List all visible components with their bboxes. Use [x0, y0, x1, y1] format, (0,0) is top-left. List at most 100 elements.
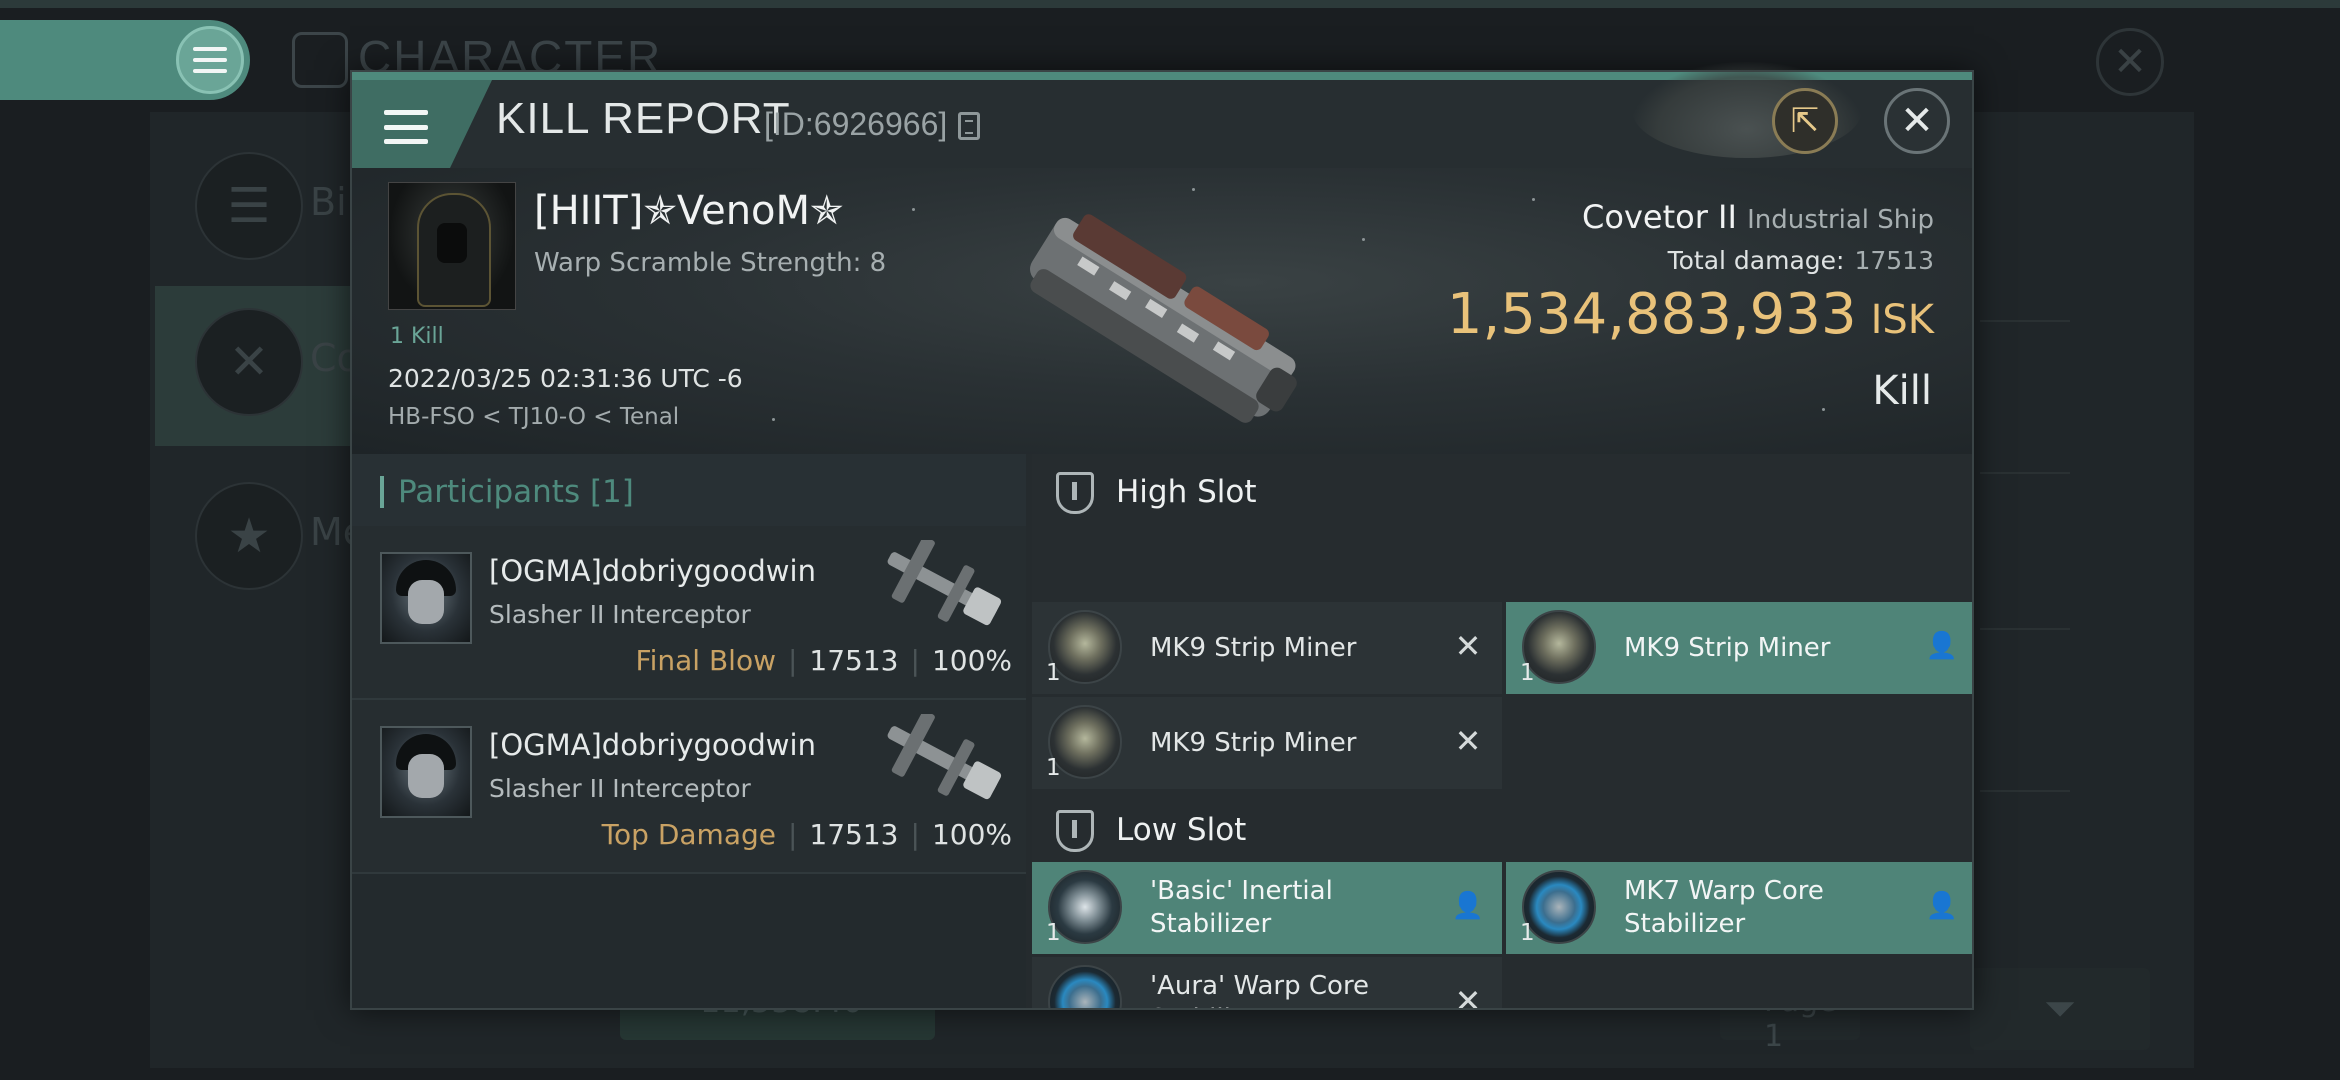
- module-slot[interactable]: 1 MK7 Warp Core Stabilizer 👤: [1506, 862, 1972, 954]
- star-dot: [1362, 238, 1365, 241]
- module-name: 'Basic' Inertial Stabilizer: [1150, 876, 1333, 939]
- participant-avatar[interactable]: [380, 726, 472, 818]
- victim-kill-count: 1 Kill: [390, 324, 444, 349]
- kill-location[interactable]: HB-FSO < TJ10-O < Tenal: [388, 404, 679, 430]
- module-slot[interactable]: 1 MK9 Strip Miner ✕: [1032, 602, 1502, 694]
- divider: [1980, 790, 2070, 792]
- isk-value: 1,534,883,933 ISK: [1447, 282, 1934, 347]
- background-close-icon[interactable]: ✕: [2096, 28, 2164, 96]
- participant-ship: Slasher II Interceptor: [489, 774, 751, 803]
- module-name: MK9 Strip Miner: [1150, 632, 1357, 663]
- top-border: [0, 0, 2340, 8]
- character-icon: [292, 32, 348, 88]
- participants-title: Participants [1]: [398, 474, 634, 510]
- module-name: MK9 Strip Miner: [1624, 632, 1831, 663]
- close-icon: ✕: [1900, 98, 1934, 144]
- module-name: MK9 Strip Miner: [1150, 727, 1357, 758]
- participant-avatar[interactable]: [380, 552, 472, 644]
- modal-menu-button[interactable]: [352, 80, 492, 168]
- destroyed-icon: ✕: [1454, 982, 1482, 1008]
- module-quantity: 1: [1520, 920, 1535, 946]
- star-dot: [912, 208, 915, 211]
- warp-scramble-strength: Warp Scramble Strength: 8: [534, 248, 887, 278]
- low-slot-icon: [1056, 810, 1094, 852]
- dropped-person-icon: 👤: [1925, 631, 1959, 661]
- kill-summary: [HIIT]✯VenoM✯ Warp Scramble Strength: 8 …: [352, 168, 1972, 454]
- participants-panel: Participants [1] [OGMA]dobriygoodwin Sla…: [352, 454, 1026, 1008]
- module-slot[interactable]: 1 'Aura' Warp Core Stabilizer ✕: [1032, 957, 1502, 1008]
- destroyed-icon: ✕: [1454, 722, 1482, 760]
- star-badge-icon: ★: [195, 482, 303, 590]
- avatar-face: [408, 754, 444, 798]
- victim-ship-image[interactable]: [982, 188, 1342, 448]
- high-slot-header: High Slot: [1032, 454, 1972, 530]
- low-slot-label: Low Slot: [1116, 812, 1247, 848]
- portrait-face: [437, 223, 467, 263]
- stat-separator: |: [910, 644, 920, 677]
- high-slot-icon: [1056, 472, 1094, 514]
- module-slot[interactable]: 1 'Basic' Inertial Stabilizer 👤: [1032, 862, 1502, 954]
- divider: [1980, 628, 2070, 630]
- kill-result: Kill: [1872, 368, 1932, 414]
- module-name: MK7 Warp Core Stabilizer: [1624, 876, 1824, 939]
- kill-id: [ID:6926966]: [764, 106, 948, 142]
- star-dot: [772, 418, 775, 421]
- main-menu-button[interactable]: [0, 20, 250, 100]
- ship-class: Industrial Ship: [1747, 205, 1934, 235]
- module-slot[interactable]: 1 MK9 Strip Miner 👤: [1506, 602, 1972, 694]
- star-dot: [1532, 198, 1535, 201]
- participant-stats: Final Blow | 17513 | 100%: [636, 644, 1012, 677]
- hamburger-icon: [176, 26, 244, 94]
- module-quantity: 1: [1046, 660, 1061, 686]
- fitting-panel: High Slot 1 MK9 Strip Miner ✕ 1 MK9 Stri…: [1032, 454, 1972, 1008]
- final-blow-tag: Final Blow: [635, 644, 776, 677]
- participant-name: [OGMA]dobriygoodwin: [489, 554, 816, 588]
- crossed-swords-icon: ✕: [195, 308, 303, 416]
- total-damage: Total damage: 17513: [1668, 246, 1934, 275]
- module-quantity: 1: [1046, 920, 1061, 946]
- copy-icon[interactable]: [958, 112, 980, 140]
- filter-icon[interactable]: ⏷: [1970, 968, 2150, 1050]
- participant-damage: 17513: [809, 818, 899, 851]
- participant-ship-image: [887, 540, 1002, 626]
- participant-name: [OGMA]dobriygoodwin: [489, 728, 816, 762]
- avatar-face: [408, 580, 444, 624]
- high-slot-label: High Slot: [1116, 474, 1257, 510]
- participant-row[interactable]: [OGMA]dobriygoodwin Slasher II Intercept…: [352, 526, 1026, 700]
- hamburger-icon: [384, 110, 428, 144]
- share-button[interactable]: ⇱: [1772, 88, 1838, 154]
- kill-report-modal: KILL REPORT [ID:6926966] ⇱ ✕ [HIIT]✯Veno…: [350, 62, 1974, 1010]
- warp-core-stabilizer-icon: [1048, 965, 1122, 1008]
- stat-separator: |: [787, 644, 798, 677]
- modal-header: KILL REPORT [ID:6926966] ⇱ ✕: [352, 62, 1972, 168]
- divider: [1980, 472, 2070, 474]
- total-damage-label: Total damage:: [1667, 246, 1845, 275]
- close-button[interactable]: ✕: [1884, 88, 1950, 154]
- participant-percent: 100%: [931, 644, 1012, 677]
- victim-name[interactable]: [HIIT]✯VenoM✯: [534, 188, 844, 234]
- external-link-icon: ⇱: [1790, 101, 1820, 141]
- list-icon: ☰: [195, 152, 303, 260]
- victim-portrait[interactable]: [388, 182, 516, 310]
- participant-damage: 17513: [809, 644, 899, 677]
- sidebar-item-label: Bi: [310, 180, 347, 224]
- dropped-person-icon: 👤: [1451, 891, 1485, 921]
- module-quantity: 1: [1046, 755, 1061, 781]
- stat-separator: |: [910, 818, 920, 851]
- participant-percent: 100%: [931, 818, 1012, 851]
- victim-ship[interactable]: Covetor II Industrial Ship: [1582, 198, 1934, 236]
- participants-header: Participants [1]: [352, 454, 1026, 526]
- dropped-person-icon: 👤: [1925, 891, 1959, 921]
- participants-header-bar: [380, 476, 384, 508]
- isk-amount: 1,534,883,933: [1446, 282, 1857, 347]
- participant-row[interactable]: [OGMA]dobriygoodwin Slasher II Intercept…: [352, 700, 1026, 874]
- module-slot[interactable]: 1 MK9 Strip Miner ✕: [1032, 697, 1502, 789]
- star-dot: [1822, 408, 1825, 411]
- ship-name: Covetor II: [1582, 198, 1737, 236]
- module-name: 'Aura' Warp Core Stabilizer: [1150, 971, 1370, 1008]
- destroyed-icon: ✕: [1454, 627, 1482, 665]
- top-damage-tag: Top Damage: [601, 818, 776, 851]
- divider: [1980, 320, 2070, 322]
- participant-ship-image: [887, 714, 1002, 800]
- isk-unit: ISK: [1870, 297, 1934, 343]
